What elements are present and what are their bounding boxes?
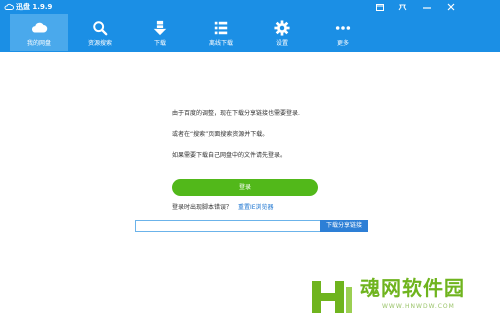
watermark-url: WWW.HNWDW.COM xyxy=(382,303,455,310)
title-bar: 迅盘 1.9.9 xyxy=(0,0,500,14)
tab-more[interactable]: 更多 xyxy=(314,14,372,51)
tab-label: 我的网盘 xyxy=(26,40,51,47)
tab-resource-search[interactable]: 资源搜索 xyxy=(71,14,129,51)
search-hint-message: 或者在“搜索”页面搜索资源并下载。 xyxy=(172,131,269,138)
watermark-title: 魂网软件园 xyxy=(360,276,465,300)
search-icon xyxy=(93,21,108,36)
tab-label: 更多 xyxy=(336,40,349,47)
tab-offline-download[interactable]: 离线下载 xyxy=(192,14,250,51)
tab-label: 离线下载 xyxy=(208,40,233,47)
download-share-link-button[interactable]: 下载分享链接 xyxy=(320,220,368,232)
tab-label: 资源搜索 xyxy=(87,40,112,47)
own-files-message: 如果需要下载自己网盘中的文件请先登录。 xyxy=(172,152,287,159)
tab-settings[interactable]: 设置 xyxy=(253,14,311,51)
login-problem-text: 登录时出现脚本错误？ xyxy=(172,204,233,211)
cloud-icon xyxy=(4,3,14,10)
share-link-input[interactable] xyxy=(135,220,323,232)
watermark: 魂网软件园 WWW.HNWDW.COM xyxy=(310,275,490,320)
list-icon xyxy=(214,21,228,35)
app-window: 迅盘 1.9.9 我的网盘 资源搜索 下载 离线下载 设置 更多 由于百度的调整… xyxy=(0,0,500,322)
main-toolbar: 我的网盘 资源搜索 下载 离线下载 设置 更多 xyxy=(0,14,500,52)
download-icon xyxy=(153,20,167,36)
pin-icon[interactable] xyxy=(396,2,408,12)
login-required-message: 由于百度的调整，现在下载分享链接也需要登录. xyxy=(172,110,300,117)
gear-icon xyxy=(274,20,290,36)
restore-icon[interactable] xyxy=(374,2,386,12)
login-button[interactable]: 登录 xyxy=(172,179,318,196)
more-icon xyxy=(335,26,351,30)
cloud-icon xyxy=(31,22,48,33)
tab-my-netdisk[interactable]: 我的网盘 xyxy=(10,14,68,51)
reset-ie-link[interactable]: 重置IE浏览器 xyxy=(238,204,274,212)
tab-download[interactable]: 下载 xyxy=(131,14,189,51)
site-logo-icon xyxy=(312,281,352,313)
window-title: 迅盘 1.9.9 xyxy=(16,3,53,11)
tab-label: 下载 xyxy=(153,40,166,47)
tab-label: 设置 xyxy=(275,40,288,47)
close-icon[interactable] xyxy=(445,2,457,12)
netdisk-panel: 由于百度的调整，现在下载分享链接也需要登录. 或者在“搜索”页面搜索资源并下载。… xyxy=(0,52,500,322)
minimize-icon[interactable] xyxy=(421,2,433,12)
